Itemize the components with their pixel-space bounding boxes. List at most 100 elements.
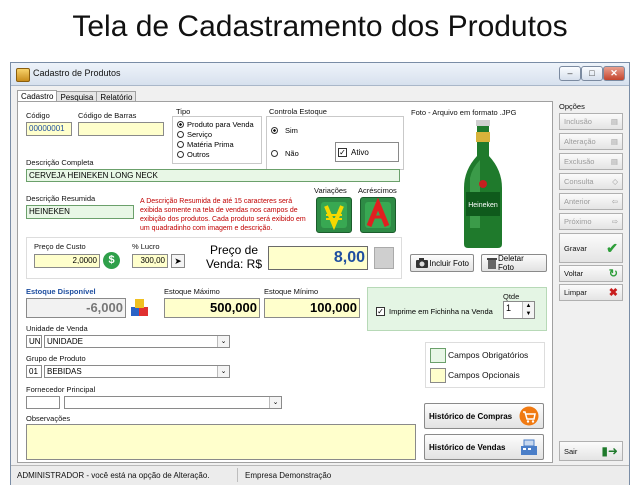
product-window: Cadastro de Produtos – □ ✕ Cadastro Pesqu…: [10, 62, 630, 485]
estoque-minimo-field[interactable]: 100,000: [264, 298, 360, 318]
voltar-button[interactable]: Voltar ↻: [559, 265, 623, 282]
ativo-check-icon: ✓: [338, 147, 347, 157]
document-add-icon: ▤: [610, 117, 618, 126]
descricao-resumida-label: Descrição Resumida: [26, 194, 96, 203]
beer-bottle-icon: Heineken: [464, 120, 502, 248]
estoque-blocks-icon[interactable]: [130, 298, 150, 318]
proximo-button[interactable]: Próximo ⇨: [559, 213, 623, 230]
document-delete-icon: ▤: [610, 157, 618, 166]
page-heading: Tela de Cadastramento dos Produtos: [72, 10, 568, 43]
tab-bar: Cadastro Pesquisa Relatório: [17, 87, 137, 103]
codigo-barras-label: Código de Barras: [78, 111, 137, 120]
estoque-disponivel-field: -6,000: [26, 298, 126, 318]
product-photo: Heineken: [458, 118, 508, 250]
observacoes-label: Observações: [26, 414, 71, 423]
grupo-produto-label: Grupo de Produto: [26, 354, 86, 363]
tipo-outros-radio[interactable]: Outros: [177, 149, 210, 159]
acrescimos-label: Acréscimos: [358, 186, 397, 195]
close-button[interactable]: ✕: [603, 66, 625, 81]
preco-custo-field[interactable]: 2,0000: [34, 254, 100, 268]
shopping-cart-icon: [519, 406, 539, 426]
grupo-code-field[interactable]: 01: [26, 365, 42, 378]
app-icon: [16, 68, 30, 82]
tipo-label: Tipo: [176, 107, 191, 116]
optional-swatch: [430, 368, 446, 383]
acrescimos-button[interactable]: [360, 197, 396, 233]
arrow-right-icon[interactable]: ➤: [171, 254, 185, 268]
controla-estoque-group: Sim Não ✓ Ativo: [266, 116, 404, 170]
unidade-code-field[interactable]: UN: [26, 335, 42, 348]
deletar-foto-button[interactable]: Deletar Foto: [481, 254, 547, 272]
descricao-completa-field[interactable]: CERVEJA HEINEKEN LONG NECK: [26, 169, 400, 182]
cadastro-panel: Código 00000001 Código de Barras Tipo Pr…: [17, 101, 553, 463]
unidade-select[interactable]: UNIDADE ⌄: [44, 335, 230, 348]
sair-button[interactable]: Sair ▮➜: [559, 441, 623, 461]
fornecedor-label: Fornecedor Principal: [26, 385, 96, 394]
refresh-icon: ↻: [608, 268, 618, 280]
codigo-label: Código: [26, 111, 50, 120]
gravar-button[interactable]: Gravar ✔: [559, 233, 623, 263]
chevron-down-icon: ⌄: [217, 366, 229, 377]
exit-door-icon: ▮➜: [601, 444, 618, 458]
estoque-disponivel-label: Estoque Disponível: [26, 287, 96, 296]
tipo-servico-radio[interactable]: Serviço: [177, 129, 212, 139]
maximize-button[interactable]: □: [581, 66, 603, 81]
window-title: Cadastro de Produtos: [33, 68, 121, 78]
estoque-maximo-field[interactable]: 500,000: [164, 298, 260, 318]
estoque-sim-radio[interactable]: Sim: [271, 125, 298, 135]
dollar-icon[interactable]: $: [103, 252, 120, 269]
imprime-ficha-checkbox[interactable]: ✓ Imprime em Fichinha na Venda: [376, 307, 493, 316]
acrescimos-icon: [365, 197, 391, 228]
x-icon: ✖: [608, 287, 618, 299]
required-legend-label: Campos Obrigatórios: [448, 350, 529, 360]
status-company: Empresa Demonstração: [245, 471, 332, 480]
trash-icon: [487, 258, 497, 269]
estoque-nao-radio[interactable]: Não: [271, 148, 299, 158]
lucro-label: % Lucro: [132, 242, 160, 251]
arrow-right-icon: ⇨: [611, 217, 618, 226]
preco-venda-label: Preço de Venda: R$: [205, 243, 263, 271]
fornecedor-select[interactable]: ⌄: [64, 396, 282, 409]
lucro-field[interactable]: 300,00: [132, 254, 168, 268]
beer-brand-text: Heineken: [468, 202, 498, 209]
title-bar: Cadastro de Produtos – □ ✕: [11, 63, 629, 86]
incluir-foto-button[interactable]: Incluir Foto: [410, 254, 474, 272]
status-bar: ADMINISTRADOR - você está na opção de Al…: [11, 465, 629, 485]
codigo-field[interactable]: 00000001: [26, 122, 72, 136]
alteracao-button[interactable]: Alteração ▤: [559, 133, 623, 150]
historico-compras-button[interactable]: Histórico de Compras: [424, 403, 544, 429]
qtde-stepper[interactable]: 1 ▲ ▼: [503, 301, 535, 319]
variacoes-button[interactable]: [316, 197, 352, 233]
codigo-barras-field[interactable]: [78, 122, 164, 136]
eraser-icon: ◇: [612, 177, 618, 186]
inclusao-button[interactable]: Inclusão ▤: [559, 113, 623, 130]
exclusao-button[interactable]: Exclusão ▤: [559, 153, 623, 170]
tipo-materia-prima-radio[interactable]: Matéria Prima: [177, 139, 234, 149]
preco-venda-field[interactable]: 8,00: [268, 246, 368, 270]
historico-vendas-button[interactable]: Histórico de Vendas: [424, 434, 544, 460]
consulta-button[interactable]: Consulta ◇: [559, 173, 623, 190]
legend-box: Campos Obrigatórios Campos Opcionais: [425, 342, 545, 388]
ativo-checkbox[interactable]: ✓ Ativo: [335, 142, 399, 162]
optional-legend-label: Campos Opcionais: [448, 370, 520, 380]
observacoes-textarea[interactable]: [26, 424, 416, 460]
descricao-resumida-field[interactable]: HEINEKEN: [26, 205, 134, 219]
controla-estoque-label: Controla Estoque: [269, 107, 327, 116]
chevron-down-icon: ⌄: [269, 397, 281, 408]
anterior-button[interactable]: Anterior ⇦: [559, 193, 623, 210]
estoque-maximo-label: Estoque Máximo: [164, 287, 220, 296]
estoque-minimo-label: Estoque Mínimo: [264, 287, 319, 296]
cash-register-icon: [521, 439, 537, 455]
minimize-button[interactable]: –: [559, 66, 581, 81]
arrow-left-icon: ⇦: [611, 197, 618, 206]
fornecedor-code-field[interactable]: [26, 396, 60, 409]
unidade-venda-label: Unidade de Venda: [26, 324, 88, 333]
document-edit-icon: ▤: [610, 137, 618, 146]
grupo-select[interactable]: BEBIDAS ⌄: [44, 365, 230, 378]
foto-label: Foto - Arquivo em formato .JPG: [411, 108, 517, 117]
qtde-label: Qtde: [503, 292, 520, 301]
tipo-produto-venda-radio[interactable]: Produto para Venda: [177, 119, 254, 129]
variacoes-label: Variações: [314, 186, 347, 195]
limpar-button[interactable]: Limpar ✖: [559, 284, 623, 301]
tipo-group: Produto para Venda Serviço Matéria Prima…: [172, 116, 262, 164]
